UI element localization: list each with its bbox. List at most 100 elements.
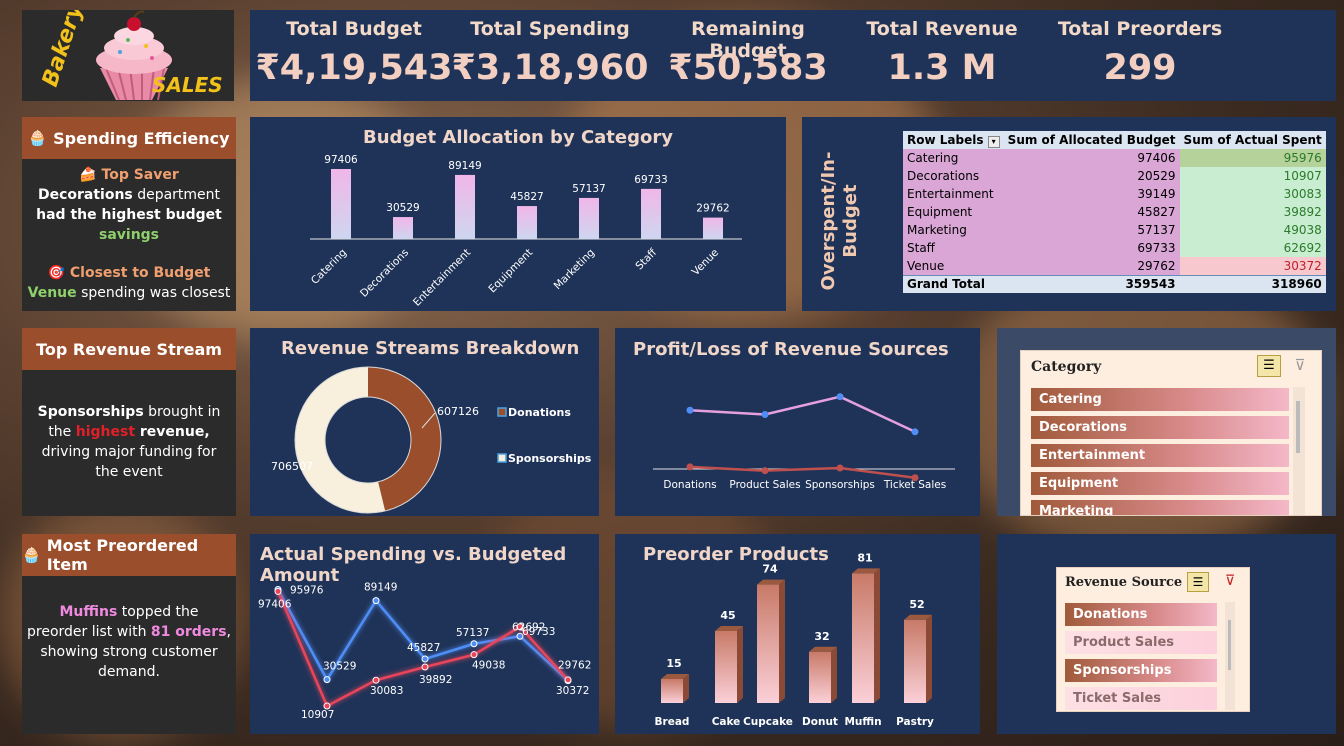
cupcake-logo-icon: Bakery SALES bbox=[38, 0, 223, 101]
bar-side bbox=[779, 579, 785, 703]
closest-line-2: Venue spending was closest bbox=[22, 283, 236, 303]
actual-vs-budget-panel: Actual Spending vs. Budgeted Amount 9740… bbox=[250, 534, 599, 734]
revenue-slicer-item[interactable]: Ticket Sales bbox=[1065, 687, 1217, 710]
top-saver-label: Top Saver bbox=[101, 167, 179, 183]
data-point bbox=[421, 663, 429, 671]
most-preordered-text-2a: preorder list with bbox=[27, 624, 151, 640]
kpi-total-spending-value: ₹3,18,960 bbox=[451, 48, 649, 88]
top-saver-dept: Decorations bbox=[37, 187, 133, 203]
category-slicer-item[interactable]: Catering bbox=[1031, 388, 1289, 411]
data-label: 74 bbox=[762, 563, 778, 576]
top-saver-text3: savings bbox=[98, 227, 160, 243]
closest-block: 🎯 Closest to Budget Venue spending was c… bbox=[22, 263, 236, 303]
data-label: 30529 bbox=[386, 202, 419, 214]
pivot-row[interactable]: Equipment 45827 39892 bbox=[903, 203, 1326, 221]
top-revenue-header: Top Revenue Stream bbox=[22, 328, 236, 370]
data-label: 10907 bbox=[301, 709, 334, 721]
spending-efficiency-card: 🧁 Spending Efficiency 🍰 Top Saver Decora… bbox=[22, 117, 236, 311]
bar bbox=[904, 619, 926, 703]
top-revenue-highest: highest bbox=[75, 424, 136, 440]
kpi-total-preorders-label: Total Preorders bbox=[1057, 18, 1223, 40]
pivot-row[interactable]: Marketing 57137 49038 bbox=[903, 221, 1326, 239]
pivot-cell-spent: 30372 bbox=[1179, 257, 1326, 275]
pivot-side-label: Overspent/In-Budget bbox=[818, 151, 861, 291]
tick-label: Muffin bbox=[844, 716, 881, 728]
category-slicer-item[interactable]: Equipment bbox=[1031, 472, 1289, 495]
pivot-cell-spent: 49038 bbox=[1179, 221, 1326, 239]
data-point bbox=[274, 587, 282, 595]
top-revenue-text-3: driving major funding for bbox=[41, 444, 217, 460]
top-revenue-text-4: the event bbox=[95, 464, 163, 480]
pivot-cell-spent: 39892 bbox=[1179, 203, 1326, 221]
tick-label: Cake bbox=[712, 716, 741, 728]
scrollbar-thumb[interactable] bbox=[1228, 620, 1231, 670]
logo-panel: Bakery SALES bbox=[22, 0, 234, 101]
revenue-slicer-item[interactable]: Sponsorships bbox=[1065, 659, 1217, 682]
bar bbox=[455, 174, 475, 239]
data-label: 81 bbox=[857, 551, 872, 564]
pivot-cell-label: Entertainment bbox=[903, 185, 1004, 203]
multi-select-icon[interactable]: ☰ bbox=[1257, 355, 1281, 377]
pivot-header-row-labels[interactable]: Row Labels ▾ bbox=[903, 131, 1004, 149]
tick-label: Entertainment bbox=[411, 247, 473, 309]
data-label: 32 bbox=[814, 630, 829, 643]
revenue-slicer-scrollbar[interactable] bbox=[1225, 602, 1235, 710]
bar bbox=[393, 217, 413, 239]
pivot-row[interactable]: Staff 69733 62692 bbox=[903, 239, 1326, 257]
clear-filter-icon[interactable]: ⊽ bbox=[1219, 572, 1241, 592]
most-preordered-card: 🧁 Most Preordered Item Muffins topped th… bbox=[22, 534, 236, 734]
revenue-slicer-item[interactable]: Product Sales bbox=[1065, 631, 1217, 654]
logo-word-bakery: Bakery bbox=[38, 10, 89, 90]
top-saver-text1: department bbox=[132, 187, 221, 203]
data-label: 45827 bbox=[510, 191, 543, 203]
tick-label: Marketing bbox=[552, 247, 597, 292]
pivot-row[interactable]: Entertainment 39149 30083 bbox=[903, 185, 1326, 203]
kpi-total-budget-label: Total Budget bbox=[286, 18, 422, 40]
category-slicer-scrollbar[interactable] bbox=[1293, 387, 1305, 515]
clear-filter-icon[interactable]: ⊽ bbox=[1289, 355, 1311, 377]
closest-label: Closest to Budget bbox=[69, 265, 211, 281]
scrollbar-thumb[interactable] bbox=[1296, 401, 1300, 453]
bar bbox=[661, 679, 683, 703]
category-slicer-item[interactable]: Decorations bbox=[1031, 416, 1289, 439]
profit-loss-panel: Profit/Loss of Revenue Sources Donations… bbox=[615, 328, 980, 516]
pivot-row[interactable]: Catering 97406 95976 bbox=[903, 149, 1326, 167]
revenue-source-slicer[interactable]: Revenue Source ☰ ⊽ Donations Product Sale… bbox=[1056, 567, 1250, 712]
pivot-cell-allocated: 45827 bbox=[1003, 203, 1180, 221]
data-point bbox=[686, 463, 694, 471]
pivot-header-allocated: Sum of Allocated Budget bbox=[1007, 133, 1176, 147]
budget-allocation-chart: 97406 Catering 30529 Decorations 89149 Entert… bbox=[309, 154, 742, 309]
data-label: 89149 bbox=[364, 582, 397, 594]
multi-select-icon[interactable]: ☰ bbox=[1187, 572, 1209, 592]
data-label: 30529 bbox=[323, 661, 356, 673]
most-preordered-text-1: topped the bbox=[117, 604, 199, 620]
most-preordered-count: 81 orders bbox=[150, 624, 227, 640]
pivot-total-label: Grand Total bbox=[907, 277, 985, 292]
bar bbox=[852, 573, 874, 703]
kpi-remaining-budget-value: ₹50,583 bbox=[668, 48, 828, 88]
revenue-streams-panel: Revenue Streams Breakdown 607126 706507 Do… bbox=[250, 328, 599, 516]
data-point bbox=[372, 597, 380, 605]
filter-dropdown-icon[interactable]: ▾ bbox=[987, 135, 1000, 148]
data-point bbox=[323, 676, 331, 684]
tick-label: Donations bbox=[663, 479, 716, 491]
most-preordered-name: Muffins bbox=[59, 604, 118, 620]
pivot-row[interactable]: Venue 29762 30372 bbox=[903, 257, 1326, 275]
revenue-slicer-item[interactable]: Donations bbox=[1065, 603, 1217, 626]
cake-slice-icon: 🍰 bbox=[79, 167, 97, 183]
data-label: 49038 bbox=[472, 660, 505, 672]
pivot-table[interactable]: Row Labels ▾ Sum of Allocated Budget Sum… bbox=[903, 131, 1326, 293]
pivot-cell-allocated: 29762 bbox=[1003, 257, 1180, 275]
cupcake-icon: 🧁 bbox=[28, 129, 48, 147]
pivot-row[interactable]: Decorations 20529 10907 bbox=[903, 167, 1326, 185]
category-slicer-item[interactable]: Marketing bbox=[1031, 500, 1289, 515]
tick-label: Ticket Sales bbox=[883, 479, 946, 491]
preorder-products-panel: Preorder Products 15 Bread 45 Cake 74 Cupcake… bbox=[615, 534, 980, 734]
logo-word-sales: SALES bbox=[152, 73, 223, 97]
series-line bbox=[689, 395, 916, 433]
data-point bbox=[372, 676, 380, 684]
data-label: 57137 bbox=[572, 183, 605, 195]
data-label: 69733 bbox=[522, 626, 555, 638]
category-slicer-item[interactable]: Entertainment bbox=[1031, 444, 1289, 467]
category-slicer[interactable]: Category ☰ ⊽ Catering Decorations Entertai… bbox=[1020, 350, 1322, 516]
